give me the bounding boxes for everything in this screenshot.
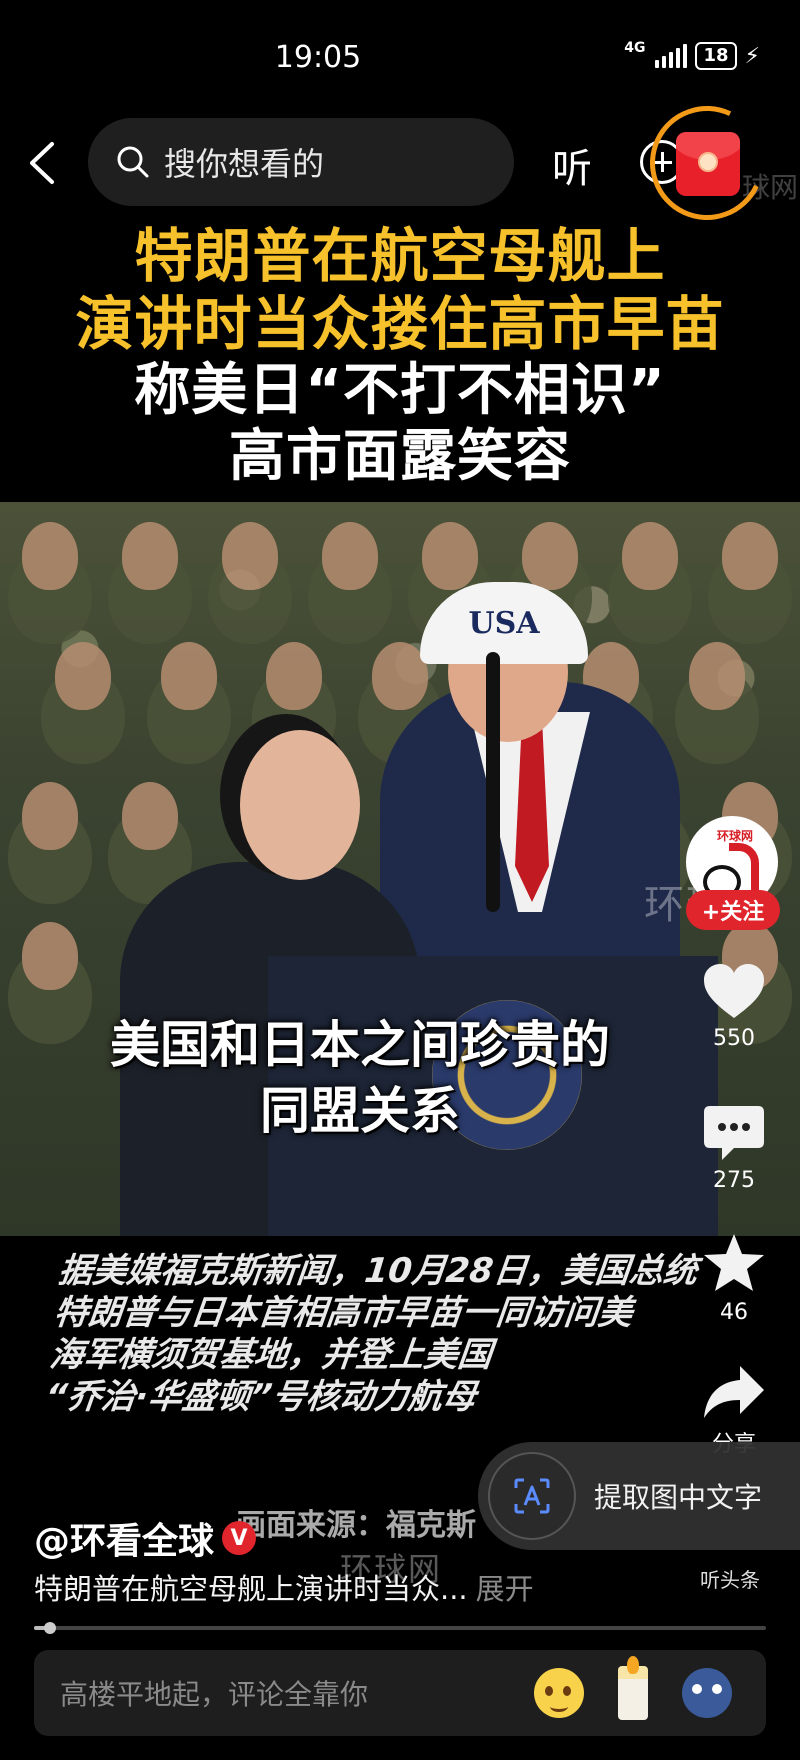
search-placeholder: 搜你想看的 xyxy=(164,145,325,183)
verified-badge-icon: V xyxy=(222,1521,257,1555)
video-description: 据美媒福克斯新闻，10月28日，美国总统 特朗普与日本首相高市早苗一同访问美 海… xyxy=(43,1250,761,1418)
progress-handle[interactable] xyxy=(44,1622,56,1634)
share-icon xyxy=(704,1366,764,1418)
avatar-logo-text: 环球网 xyxy=(716,829,753,843)
description-line: “乔治·华盛顿”号核动力航母 xyxy=(43,1377,479,1417)
comment-button[interactable]: 275 xyxy=(694,1104,774,1193)
extract-text-label: 提取图中文字 xyxy=(594,1481,763,1514)
favorite-count: 46 xyxy=(720,1300,748,1325)
comment-input[interactable]: 高楼平地起，评论全靠你 xyxy=(34,1650,766,1736)
video-title[interactable]: 特朗普在航空母舰上演讲时当众... 展开 xyxy=(34,1566,534,1608)
status-time: 19:05 xyxy=(274,40,362,75)
text-scan-icon xyxy=(488,1452,576,1540)
candle-emoji-icon[interactable] xyxy=(618,1656,648,1720)
crowd-row xyxy=(0,522,800,590)
face-emoji-icon[interactable] xyxy=(682,1668,732,1718)
toutiao-label[interactable]: 听头条 xyxy=(700,1564,760,1593)
headline-line-2: 演讲时当众搂住高市早苗 xyxy=(75,290,725,358)
comment-icon xyxy=(704,1106,764,1160)
description-line: 据美媒福克斯新闻，10月28日，美国总统 xyxy=(56,1251,700,1291)
like-count: 550 xyxy=(713,1026,755,1051)
video-headline: 特朗普在航空母舰上 演讲时当众搂住高市早苗 称美日“不打不相识” 高市面露笑容 xyxy=(0,222,800,490)
video-subtitle: 美国和日本之间珍贵的 同盟关系 xyxy=(0,1012,720,1144)
headline-line-3: 称美日“不打不相识” xyxy=(134,358,666,423)
headline-line-1: 特朗普在航空母舰上 xyxy=(134,222,666,290)
headline-line-4: 高市面露笑容 xyxy=(229,424,571,489)
crowd-row xyxy=(0,642,800,710)
favorite-button[interactable]: 46 xyxy=(694,1232,774,1325)
listen-button[interactable]: 听 xyxy=(552,136,592,194)
network-label: 4G xyxy=(624,40,646,56)
microphone xyxy=(486,652,500,912)
video-player[interactable]: USA 环球网 美国和日本之间珍贵的 同盟关系 xyxy=(0,502,800,1236)
comment-count: 275 xyxy=(713,1168,755,1193)
status-bar: 19:05 4G 18 ⚡ xyxy=(0,0,800,110)
like-button[interactable]: 550 xyxy=(694,962,774,1051)
signal-icon xyxy=(655,44,688,68)
status-indicators: 4G 18 ⚡ xyxy=(624,40,760,70)
smile-emoji-icon[interactable] xyxy=(534,1668,584,1718)
charging-icon: ⚡ xyxy=(744,43,760,69)
title-text: 特朗普在航空母舰上演讲时当众... xyxy=(34,1572,468,1606)
search-icon xyxy=(117,146,149,178)
extract-text-button[interactable]: 提取图中文字 xyxy=(478,1442,800,1550)
top-nav: 搜你想看的 听 球网 xyxy=(0,89,800,237)
star-icon xyxy=(704,1234,764,1291)
expand-link[interactable]: 展开 xyxy=(476,1572,534,1606)
red-envelope-icon[interactable] xyxy=(676,132,740,196)
footage-source: 画面来源：福克斯 xyxy=(236,1508,476,1543)
back-icon[interactable] xyxy=(22,138,62,188)
description-line: 海军横须贺基地，并登上美国 xyxy=(47,1335,494,1375)
author-name[interactable]: @环看全球 V xyxy=(34,1512,257,1564)
author-handle: @环看全球 xyxy=(34,1521,215,1562)
subtitle-line-1: 美国和日本之间珍贵的 xyxy=(110,1016,610,1074)
subtitle-line-2: 同盟关系 xyxy=(260,1082,460,1140)
battery-icon: 18 xyxy=(695,42,737,70)
search-input[interactable]: 搜你想看的 xyxy=(88,118,514,206)
description-line: 特朗普与日本首相高市早苗一同访问美 xyxy=(52,1293,635,1333)
comment-placeholder: 高楼平地起，评论全靠你 xyxy=(60,1678,369,1711)
video-progress-bar[interactable] xyxy=(34,1622,766,1634)
follow-button[interactable]: +关注 xyxy=(686,890,780,930)
heart-icon xyxy=(704,964,764,1018)
